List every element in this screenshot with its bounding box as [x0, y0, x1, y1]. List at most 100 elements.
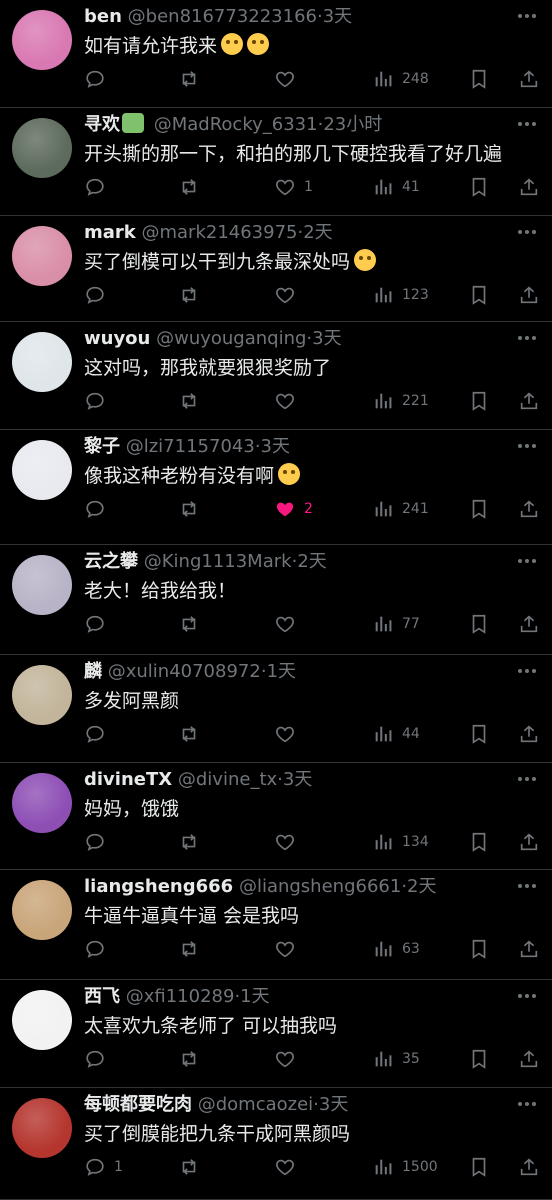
views-button[interactable]: 35	[372, 1044, 420, 1074]
bookmark-button[interactable]	[468, 719, 490, 749]
user-handle[interactable]: @xulin40708972	[108, 661, 261, 682]
timestamp[interactable]: 2天	[303, 222, 332, 243]
timestamp[interactable]: 3天	[312, 328, 341, 349]
like-button[interactable]	[274, 64, 296, 94]
user-handle[interactable]: @mark21463975	[141, 222, 297, 243]
more-icon[interactable]	[516, 986, 538, 1006]
retweet-button[interactable]	[178, 609, 200, 639]
bookmark-button[interactable]	[468, 934, 490, 964]
share-button[interactable]	[518, 280, 540, 310]
retweet-button[interactable]	[178, 827, 200, 857]
like-button[interactable]: 1	[274, 172, 313, 202]
views-button[interactable]: 77	[372, 609, 420, 639]
avatar[interactable]	[12, 773, 72, 833]
reply-button[interactable]	[84, 386, 106, 416]
reply-button[interactable]	[84, 827, 106, 857]
timestamp[interactable]: 3天	[323, 6, 352, 27]
display-name[interactable]: 麟	[84, 661, 102, 682]
retweet-button[interactable]	[178, 64, 200, 94]
views-button[interactable]: 63	[372, 934, 420, 964]
user-handle[interactable]: @King1113Mark	[144, 551, 292, 572]
user-handle[interactable]: @lzi71157043	[126, 436, 255, 457]
timestamp[interactable]: 2天	[297, 551, 326, 572]
retweet-button[interactable]	[178, 280, 200, 310]
timestamp[interactable]: 3天	[261, 436, 290, 457]
views-button[interactable]: 248	[372, 64, 429, 94]
user-handle[interactable]: @wuyouganqing	[156, 328, 306, 349]
more-icon[interactable]	[516, 6, 538, 26]
more-icon[interactable]	[516, 661, 538, 681]
reply-button[interactable]	[84, 934, 106, 964]
more-icon[interactable]	[516, 876, 538, 896]
timestamp[interactable]: 1天	[240, 986, 269, 1007]
bookmark-button[interactable]	[468, 280, 490, 310]
display-name[interactable]: wuyou	[84, 328, 150, 349]
reply-item[interactable]: 寻欢 @MadRocky_6331·23小时 开头撕的那一下，和拍的那几下硬控我看…	[0, 108, 552, 216]
avatar[interactable]	[12, 226, 72, 286]
reply-item[interactable]: wuyou @wuyouganqing·3天 这对吗，那我就要狠狠奖励了 221	[0, 322, 552, 430]
display-name[interactable]: 每顿都要吃肉	[84, 1094, 192, 1115]
bookmark-button[interactable]	[468, 1044, 490, 1074]
share-button[interactable]	[518, 1152, 540, 1182]
reply-button[interactable]	[84, 1044, 106, 1074]
avatar[interactable]	[12, 440, 72, 500]
more-icon[interactable]	[516, 328, 538, 348]
share-button[interactable]	[518, 609, 540, 639]
avatar[interactable]	[12, 990, 72, 1050]
share-button[interactable]	[518, 719, 540, 749]
reply-item[interactable]: 西飞 @xfi110289·1天 太喜欢九条老师了 可以抽我吗 35	[0, 980, 552, 1088]
share-button[interactable]	[518, 172, 540, 202]
timestamp[interactable]: 2天	[407, 876, 436, 897]
user-handle[interactable]: @ben816773223166	[128, 6, 317, 27]
display-name[interactable]: 黎子	[84, 436, 120, 457]
share-button[interactable]	[518, 494, 540, 524]
more-icon[interactable]	[516, 769, 538, 789]
like-button[interactable]	[274, 827, 296, 857]
display-name[interactable]: mark	[84, 222, 136, 243]
like-button[interactable]: 2	[274, 494, 313, 524]
reply-item[interactable]: 黎子 @lzi71157043·3天 像我这种老粉有没有啊 2 241	[0, 430, 552, 545]
reply-button[interactable]	[84, 64, 106, 94]
display-name[interactable]: liangsheng666	[84, 876, 233, 897]
avatar[interactable]	[12, 880, 72, 940]
reply-button[interactable]	[84, 609, 106, 639]
retweet-button[interactable]	[178, 494, 200, 524]
reply-button[interactable]	[84, 172, 106, 202]
avatar[interactable]	[12, 118, 72, 178]
views-button[interactable]: 1500	[372, 1152, 438, 1182]
more-icon[interactable]	[516, 222, 538, 242]
avatar[interactable]	[12, 665, 72, 725]
reply-item[interactable]: ben @ben816773223166·3天 如有请允许我来 248	[0, 0, 552, 108]
like-button[interactable]	[274, 386, 296, 416]
display-name[interactable]: 云之攀	[84, 551, 138, 572]
views-button[interactable]: 134	[372, 827, 429, 857]
retweet-button[interactable]	[178, 1152, 200, 1182]
timestamp[interactable]: 3天	[283, 769, 312, 790]
reply-button[interactable]: 1	[84, 1152, 123, 1182]
display-name[interactable]: divineTX	[84, 769, 172, 790]
bookmark-button[interactable]	[468, 1152, 490, 1182]
retweet-button[interactable]	[178, 386, 200, 416]
reply-item[interactable]: 麟 @xulin40708972·1天 多发阿黑颜 44	[0, 655, 552, 763]
reply-item[interactable]: 每顿都要吃肉 @domcaozei·3天 买了倒膜能把九条干成阿黑颜吗 1 1500	[0, 1088, 552, 1200]
like-button[interactable]	[274, 609, 296, 639]
more-icon[interactable]	[516, 551, 538, 571]
user-handle[interactable]: @domcaozei	[198, 1094, 313, 1115]
avatar[interactable]	[12, 1098, 72, 1158]
more-icon[interactable]	[516, 114, 538, 134]
avatar[interactable]	[12, 555, 72, 615]
user-handle[interactable]: @divine_tx	[178, 769, 277, 790]
share-button[interactable]	[518, 386, 540, 416]
reply-button[interactable]	[84, 280, 106, 310]
avatar[interactable]	[12, 10, 72, 70]
views-button[interactable]: 41	[372, 172, 420, 202]
reply-item[interactable]: 云之攀 @King1113Mark·2天 老大！给我给我！ 77	[0, 545, 552, 655]
bookmark-button[interactable]	[468, 172, 490, 202]
retweet-button[interactable]	[178, 719, 200, 749]
timestamp[interactable]: 3天	[319, 1094, 348, 1115]
reply-item[interactable]: mark @mark21463975·2天 买了倒模可以干到九条最深处吗 123	[0, 216, 552, 322]
bookmark-button[interactable]	[468, 827, 490, 857]
display-name[interactable]: ben	[84, 6, 122, 27]
share-button[interactable]	[518, 1044, 540, 1074]
like-button[interactable]	[274, 1152, 296, 1182]
